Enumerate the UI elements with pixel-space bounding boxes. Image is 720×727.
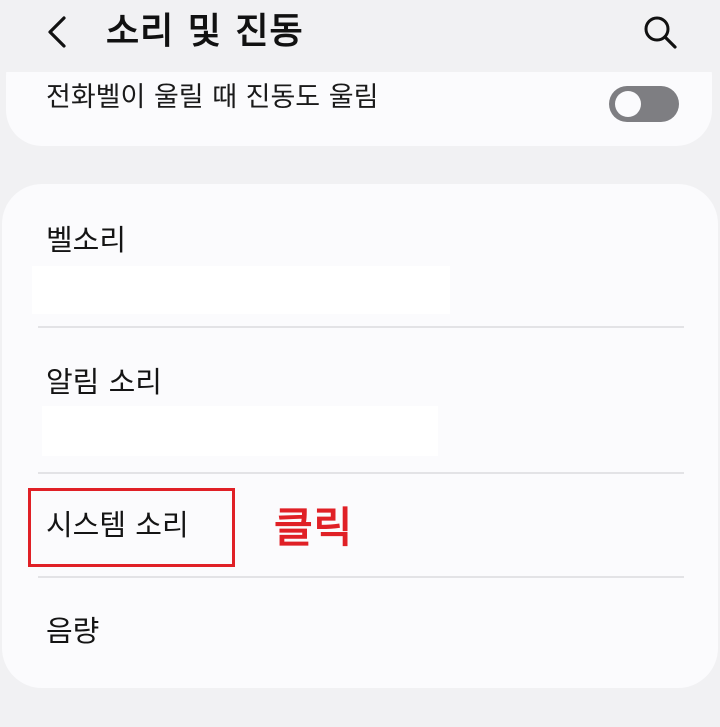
list-item-volume[interactable]: 음량 <box>2 578 718 688</box>
click-annotation: 클릭 <box>274 503 354 552</box>
app-header: 소리 및 진동 <box>0 0 720 72</box>
notification-sound-label: 알림 소리 <box>46 365 162 399</box>
volume-label: 음량 <box>46 614 100 648</box>
sound-settings-card: 벨소리 알림 소리 시스템 소리 음량 <box>2 184 718 688</box>
list-item-ringtone[interactable]: 벨소리 <box>2 184 718 326</box>
vibrate-on-ring-label: 전화벨이 울릴 때 진동도 울림 <box>46 82 379 113</box>
page-title: 소리 및 진동 <box>106 11 304 52</box>
notification-sound-value-redacted <box>42 406 438 456</box>
vibrate-on-ring-toggle[interactable] <box>609 86 679 122</box>
ringtone-label: 벨소리 <box>46 223 127 257</box>
toggle-knob <box>615 91 641 117</box>
ringtone-value-redacted <box>32 266 450 314</box>
highlight-box <box>28 488 235 567</box>
back-chevron-icon[interactable] <box>38 10 82 54</box>
list-item-notification-sound[interactable]: 알림 소리 <box>2 328 718 472</box>
search-icon[interactable] <box>638 10 682 54</box>
